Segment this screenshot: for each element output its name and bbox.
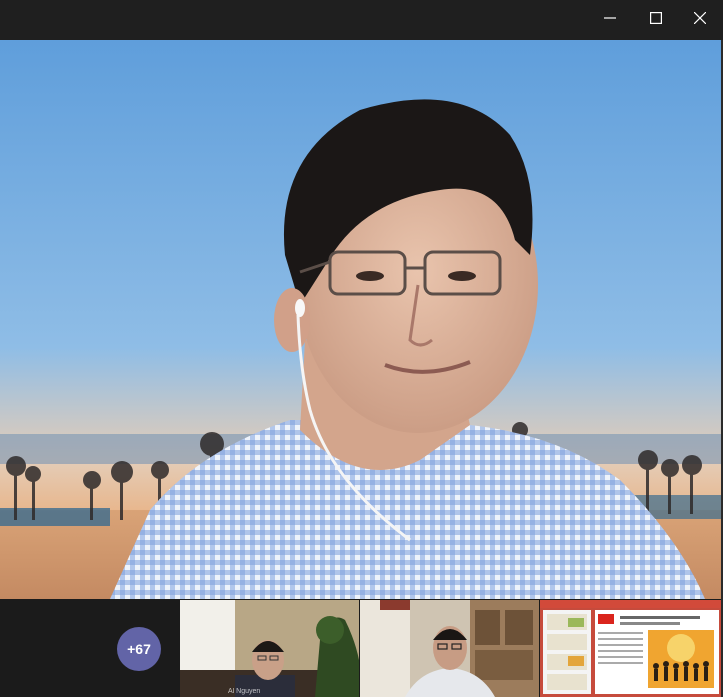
participant-tile[interactable] xyxy=(360,600,539,697)
close-button[interactable] xyxy=(677,0,723,36)
close-icon xyxy=(694,12,706,24)
meeting-window: +67 Al Nguyen xyxy=(0,0,723,697)
shared-screen-tile[interactable] xyxy=(540,600,721,697)
minimize-button[interactable] xyxy=(587,0,633,36)
title-bar xyxy=(0,0,723,40)
overflow-participants-badge[interactable]: +67 xyxy=(117,627,161,671)
main-speaker-video[interactable] xyxy=(0,40,721,599)
participant-name: Al Nguyen xyxy=(228,688,261,695)
minimize-icon xyxy=(604,17,616,19)
participant-tile[interactable]: Al Nguyen xyxy=(180,600,359,697)
maximize-icon xyxy=(650,12,662,24)
maximize-button[interactable] xyxy=(633,0,679,36)
